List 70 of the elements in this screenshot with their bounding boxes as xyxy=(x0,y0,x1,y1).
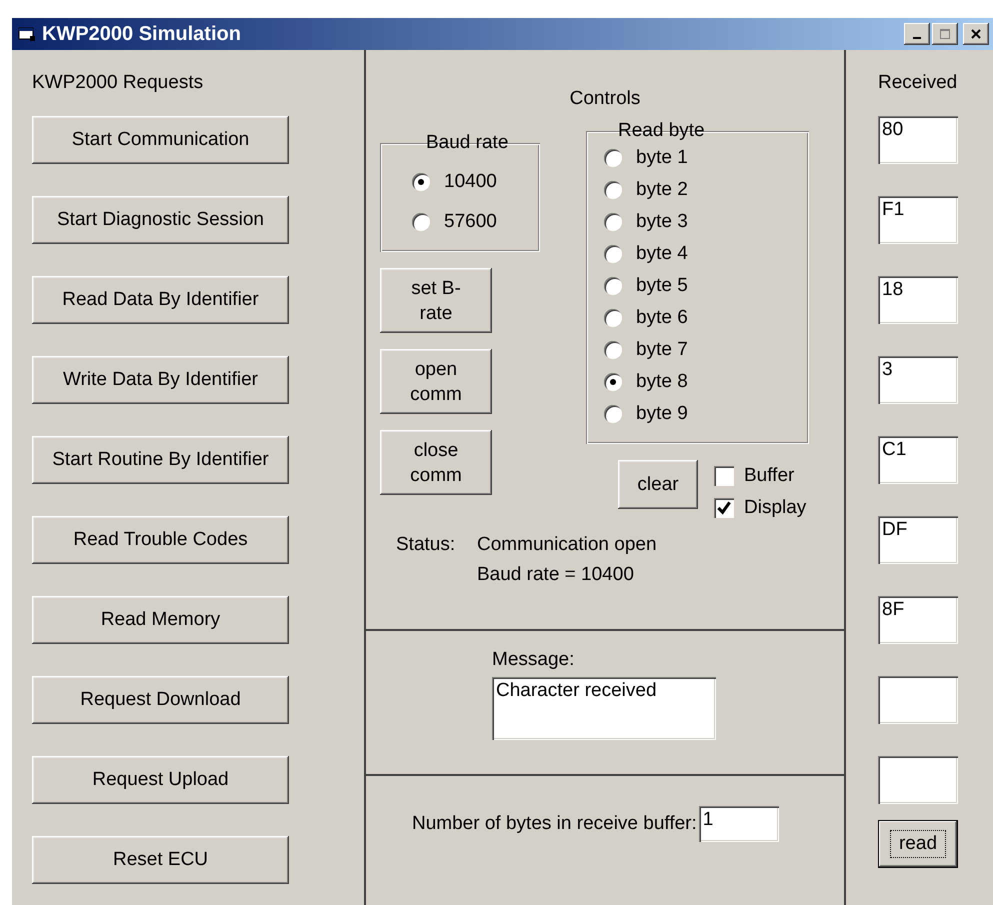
controls-heading: Controls xyxy=(570,88,640,109)
received-byte-field[interactable]: 3 xyxy=(878,356,958,404)
clear-button[interactable]: clear xyxy=(618,460,698,509)
request-button[interactable]: Request Upload xyxy=(32,756,289,804)
received-byte-field[interactable]: 8F xyxy=(878,596,958,644)
message-label: Message: xyxy=(492,649,574,671)
radio-label: 57600 xyxy=(444,211,497,233)
request-button[interactable]: Read Data By Identifier xyxy=(32,276,289,324)
radio-button[interactable] xyxy=(412,213,430,231)
radio-button[interactable] xyxy=(604,149,622,167)
receive-buffer-field[interactable]: 1 xyxy=(698,806,779,842)
group-label: Read byte xyxy=(617,120,706,142)
window-app-icon xyxy=(18,26,36,42)
radio-button[interactable] xyxy=(604,309,622,327)
received-heading: Received xyxy=(878,72,958,95)
received-byte-field[interactable]: C1 xyxy=(878,436,958,484)
request-button[interactable]: Write Data By Identifier xyxy=(32,356,289,404)
received-byte-field[interactable] xyxy=(878,756,958,804)
received-byte-field[interactable]: 80 xyxy=(878,116,958,164)
request-button[interactable]: Start Routine By Identifier xyxy=(32,436,289,484)
radio-button[interactable] xyxy=(604,277,622,295)
radio-button[interactable] xyxy=(412,173,430,191)
close-button[interactable] xyxy=(963,23,989,45)
request-button[interactable]: Reset ECU xyxy=(32,836,289,884)
read-button[interactable]: read xyxy=(878,820,958,868)
radio-button[interactable] xyxy=(604,245,622,263)
command-button[interactable]: close comm xyxy=(380,430,492,495)
checkbox-label: Buffer xyxy=(744,465,794,487)
checkbox[interactable] xyxy=(714,466,734,486)
checkbox-label: Display xyxy=(744,497,806,519)
radio-button[interactable] xyxy=(604,181,622,199)
radio-label: 10400 xyxy=(444,171,497,193)
radio-label: byte 4 xyxy=(636,243,688,265)
command-button[interactable]: open comm xyxy=(380,349,492,414)
window-title: KWP2000 Simulation xyxy=(42,22,242,46)
radio-button[interactable] xyxy=(604,213,622,231)
request-button[interactable]: Read Memory xyxy=(32,596,289,644)
received-byte-field[interactable]: 18 xyxy=(878,276,958,324)
radio-button[interactable] xyxy=(604,405,622,423)
request-button[interactable]: Request Download xyxy=(32,676,289,724)
radio-button[interactable] xyxy=(604,341,622,359)
radio-label: byte 5 xyxy=(636,275,688,297)
message-field[interactable]: Character received xyxy=(492,677,716,740)
radio-label: byte 6 xyxy=(636,307,688,329)
radio-label: byte 1 xyxy=(636,147,688,169)
status-text: Communication open xyxy=(477,534,658,556)
status-text: Baud rate = 10400 xyxy=(477,564,635,586)
radio-label: byte 9 xyxy=(636,403,688,425)
received-byte-field[interactable]: DF xyxy=(878,516,958,564)
radio-label: byte 7 xyxy=(636,339,688,361)
request-button[interactable]: Read Trouble Codes xyxy=(32,516,289,564)
radio-label: byte 3 xyxy=(636,211,688,233)
checkbox[interactable] xyxy=(714,498,734,518)
received-byte-field[interactable] xyxy=(878,676,958,724)
radio-label: byte 8 xyxy=(636,371,688,393)
minimize-icon xyxy=(913,37,921,39)
receive-buffer-label: Number of bytes in receive buffer: xyxy=(412,813,697,835)
radio-label: byte 2 xyxy=(636,179,688,201)
request-button[interactable]: Start Diagnostic Session xyxy=(32,196,289,244)
command-button[interactable]: set B-rate xyxy=(380,268,492,333)
status-label: Status: xyxy=(396,534,456,556)
maximize-icon xyxy=(939,28,951,40)
radio-button[interactable] xyxy=(604,373,622,391)
request-button[interactable]: Start Communication xyxy=(32,116,289,164)
group-label: Baud rate xyxy=(425,132,510,154)
close-icon xyxy=(970,28,982,40)
received-byte-field[interactable]: F1 xyxy=(878,196,958,244)
maximize-button[interactable] xyxy=(932,23,958,45)
requests-heading: KWP2000 Requests xyxy=(32,72,204,95)
minimize-button[interactable] xyxy=(904,23,930,45)
